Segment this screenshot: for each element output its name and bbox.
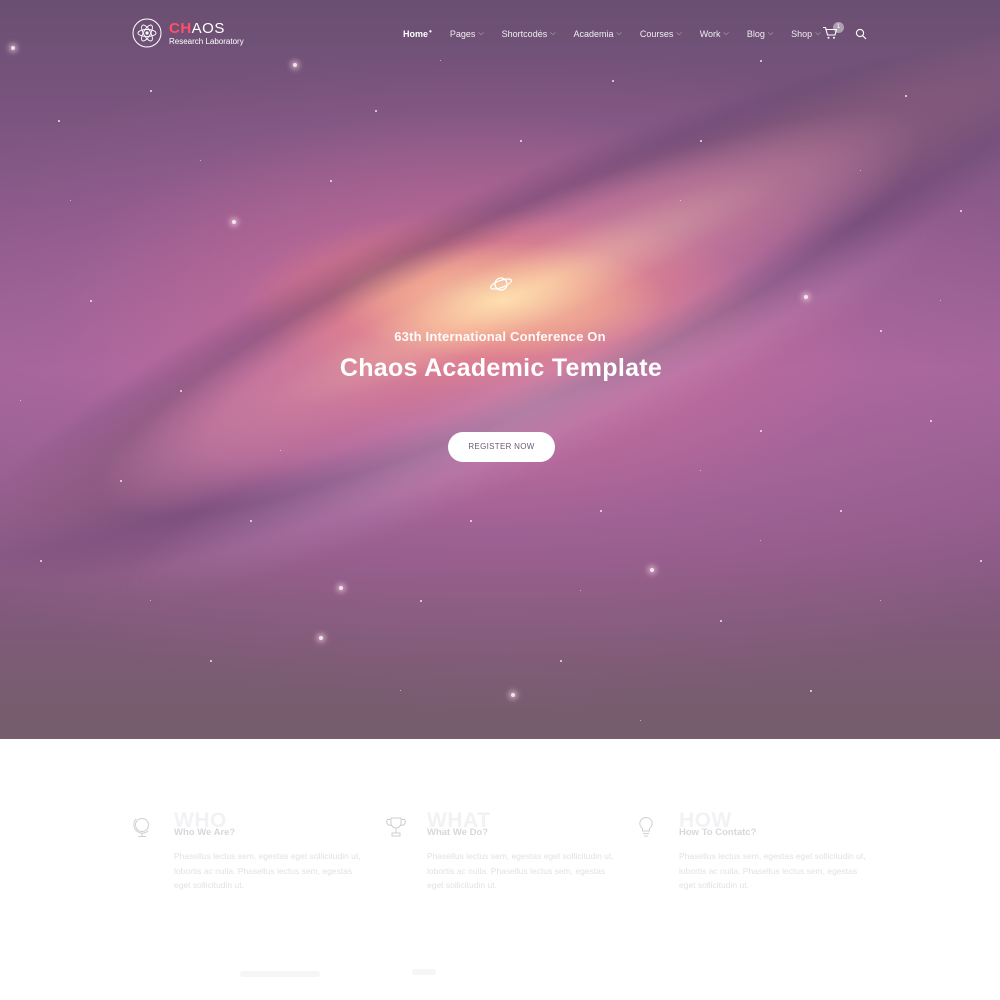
feature-who: WHO Who We Are? Phasellus lectus sem, eg… (132, 739, 372, 890)
register-now-button[interactable]: REGISTER NOW (448, 432, 555, 462)
hero-fade (0, 560, 1000, 739)
nav-item-courses[interactable]: Courses ⌵ (640, 29, 682, 39)
nav-item-work[interactable]: Work ⌵ (700, 29, 729, 39)
chevron-down-icon: ⌵ (676, 30, 682, 37)
cart-count-badge: 1 (833, 22, 844, 33)
chevron-down-icon: ⌵ (767, 30, 774, 37)
feature-title: What We Do? (427, 827, 489, 838)
nav-item-pages[interactable]: Pages ⌵ (450, 29, 484, 39)
logo-subtitle: Research Laboratory (169, 37, 244, 46)
logo-title: CHAOS (169, 20, 225, 37)
chevron-down-icon: ⌵ (723, 30, 729, 37)
feature-title: Who We Are? (174, 827, 236, 838)
hero-title: Chaos Academic Template (339, 354, 663, 382)
faint-decoration (412, 969, 436, 975)
feature-what: WHAT What We Do? Phasellus lectus sem, e… (385, 739, 625, 890)
lightbulb-icon (637, 816, 657, 838)
nav-item-academia[interactable]: Academia ⌵ (574, 29, 622, 39)
feature-text: Phasellus lectus sem, egestas eget solli… (427, 851, 614, 890)
hero-section: 63th International Conference On Chaos A… (0, 0, 1000, 739)
feature-text: Phasellus lectus sem, egestas eget solli… (679, 851, 866, 890)
chevron-down-icon: ⌵ (616, 30, 622, 37)
atom-icon (132, 18, 162, 48)
nav-item-blog[interactable]: Blog ⌵ (747, 29, 773, 39)
hero-subtitle: 63th International Conference On (394, 329, 606, 344)
feature-title: How To Contatc? (679, 827, 757, 838)
planet-icon (489, 273, 513, 295)
feature-text: Phasellus lectus sem, egestas eget solli… (174, 851, 361, 890)
trophy-icon (385, 816, 406, 838)
logo[interactable]: CHAOS Research Laboratory (132, 18, 272, 50)
feature-how: HOW How To Contatc? Phasellus lectus sem… (637, 739, 877, 890)
nav-item-home[interactable]: Home • (403, 27, 432, 40)
main-nav: Home • Pages ⌵ Shortcodes ⌵ Academia ⌵ Cours… (403, 27, 839, 41)
nav-item-shortcodes[interactable]: Shortcodes ⌵ (502, 29, 556, 39)
search-icon[interactable] (855, 27, 867, 40)
chevron-down-icon: ⌵ (478, 30, 484, 37)
site-header: CHAOS Research Laboratory Home • Pages ⌵ S… (0, 0, 1000, 70)
chevron-down-icon: ⌵ (815, 30, 821, 37)
nav-item-shop[interactable]: Shop ⌵ (791, 29, 820, 39)
chevron-down-icon: ⌵ (550, 30, 556, 37)
faint-decoration (240, 971, 320, 977)
features-section: WHO Who We Are? Phasellus lectus sem, eg… (0, 739, 1000, 1000)
globe-icon (132, 816, 152, 838)
